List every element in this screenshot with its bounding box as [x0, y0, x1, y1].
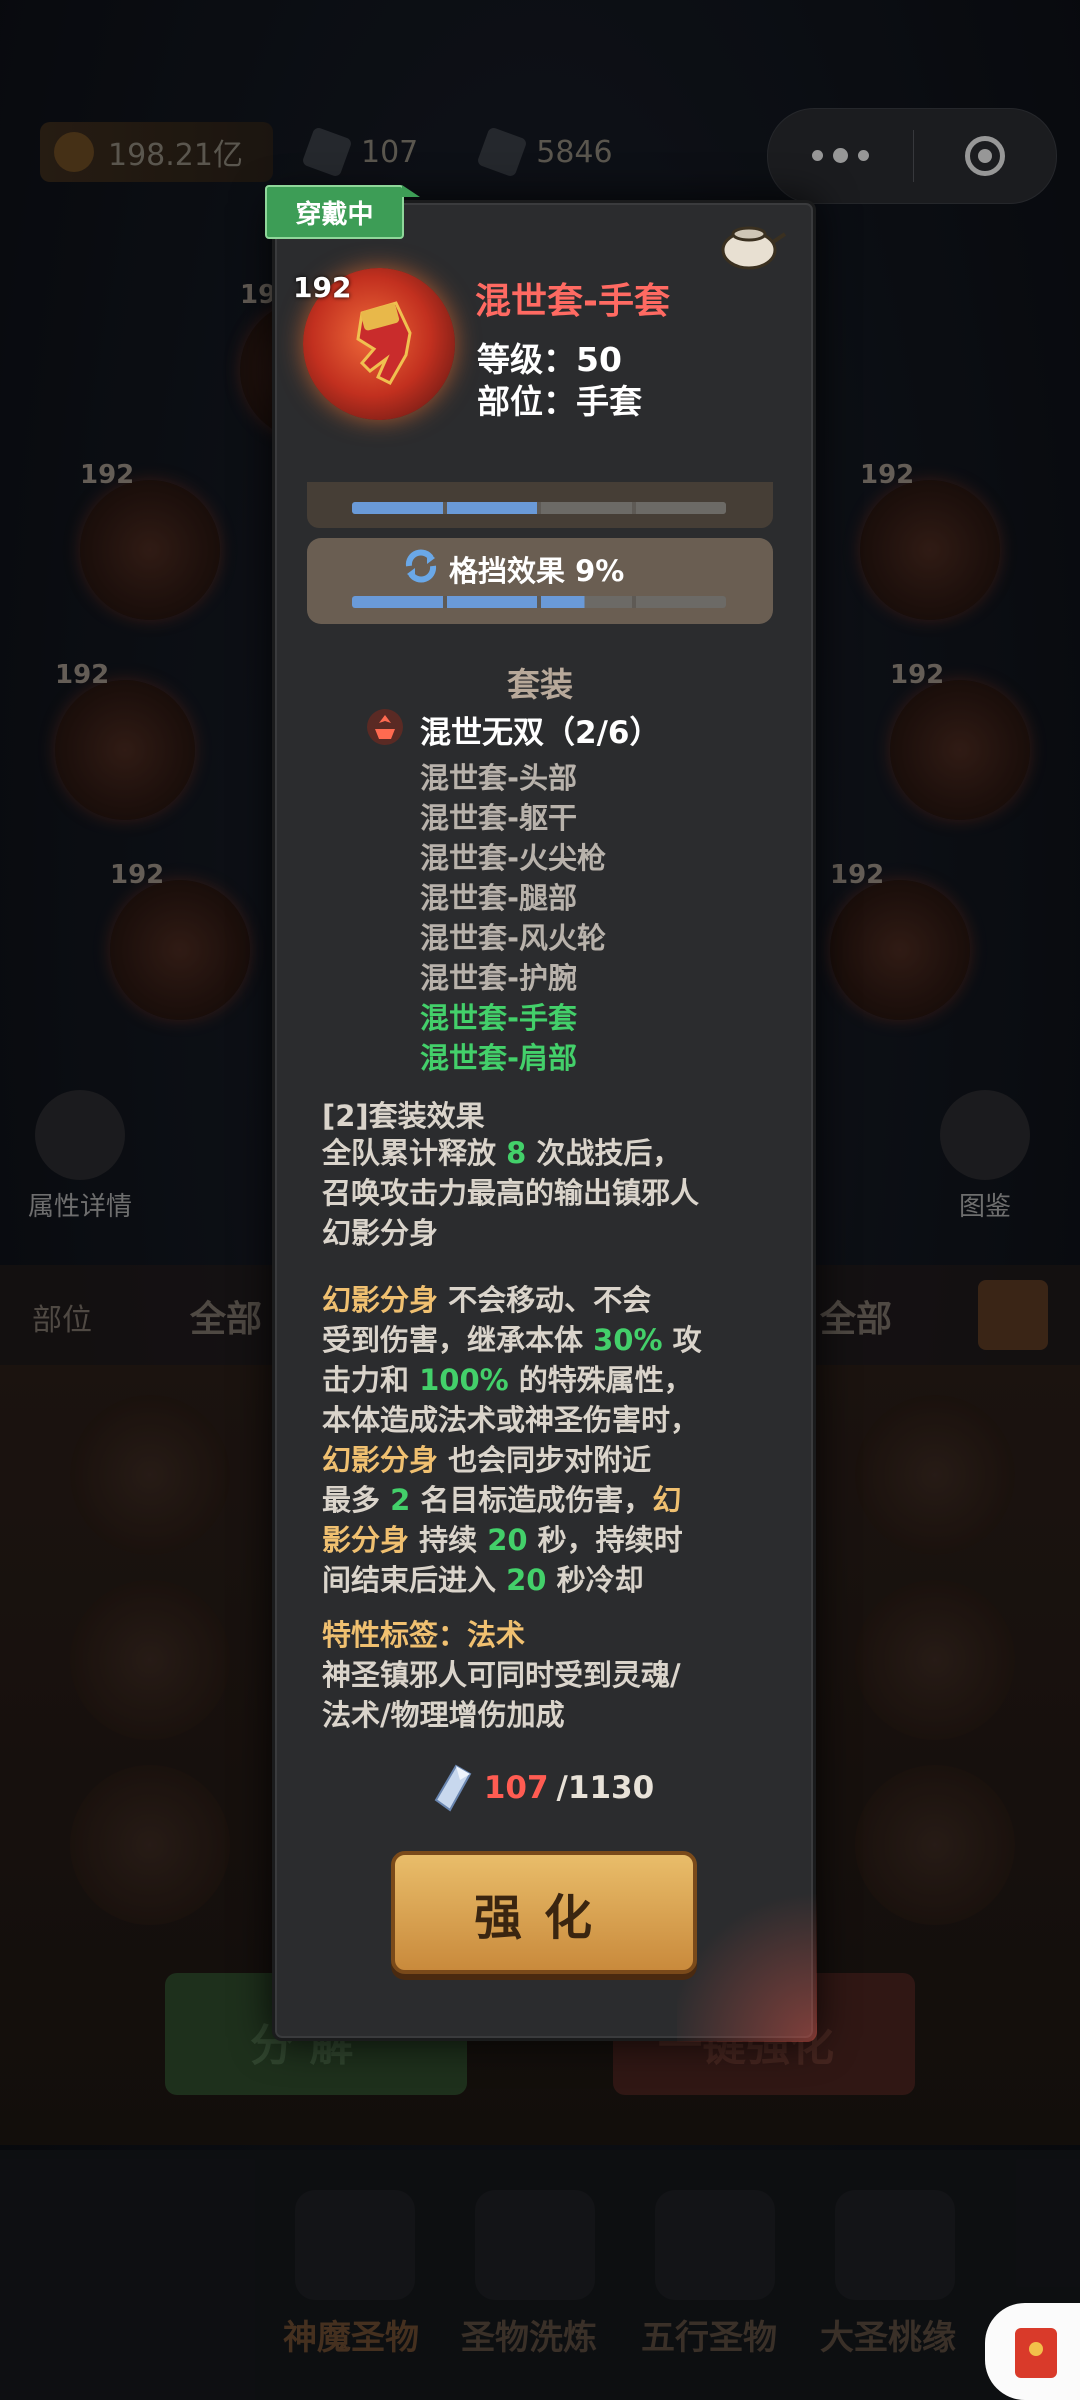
effect-line: 间结束后进入 20 秒冷却: [322, 1560, 702, 1600]
effect-text-run: 秒，持续时: [527, 1523, 683, 1557]
effect-text-run: 攻: [662, 1323, 702, 1357]
effect-text-run: 名目标造成伤害，: [410, 1483, 653, 1517]
enhance-button[interactable]: 强化: [391, 1851, 697, 1974]
effect-text-run: 最多: [322, 1483, 391, 1517]
set-piece: 混世套-躯干: [420, 801, 578, 835]
set-piece: 混世套-手套: [420, 1001, 578, 1035]
block-effect-label: 格挡效果 9%: [449, 554, 625, 588]
refresh-icon: [405, 549, 437, 583]
effect-text-run: 间结束后进入: [322, 1563, 507, 1597]
effect-text-run: 幻影分身: [322, 1216, 439, 1250]
set-name: 混世无双（2/6）: [420, 715, 661, 751]
effect-text-run: 击力和: [322, 1363, 420, 1397]
crystal-icon: [434, 1764, 472, 1812]
effect-text-run: 的特殊属性，: [508, 1363, 693, 1397]
block-effect-bar: [352, 596, 726, 608]
block-effect-stat: 格挡效果 9%: [307, 538, 773, 624]
set-effect-paragraph-1: 全队累计释放 8 次战技后， 召唤攻击力最高的输出镇邪人 幻影分身: [322, 1133, 699, 1253]
effect-line: 受到伤害，继承本体 30% 攻: [322, 1320, 702, 1360]
effect-text-run: 100%: [419, 1363, 509, 1397]
effect-text-run: 持续: [409, 1523, 488, 1557]
set-effect-title: [2]套装效果: [322, 1099, 485, 1133]
effect-line: 幻影分身 不会移动、不会: [322, 1280, 702, 1320]
item-icon: 192: [293, 268, 455, 420]
effect-text-run: 30%: [593, 1323, 663, 1357]
set-piece: 混世套-肩部: [420, 1041, 578, 1075]
effect-text-run: 召唤攻击力最高的输出镇邪人: [322, 1176, 700, 1210]
effect-line: 幻影分身 也会同步对附近: [322, 1440, 702, 1480]
glove-icon: [356, 301, 412, 385]
trait-paragraph: 特性标签：法术神圣镇邪人可同时受到灵魂/法术/物理增伤加成: [322, 1615, 681, 1735]
effect-text-run: 影分身: [322, 1523, 410, 1557]
enhance-cost: 107 /1130: [0, 1760, 1080, 1816]
effect-text-run: 法术/物理增伤加成: [322, 1698, 565, 1732]
stat-bar-segment: [635, 596, 726, 608]
effect-line: 击力和 100% 的特殊属性，: [322, 1360, 702, 1400]
effect-text-run: 次战技后，: [526, 1136, 682, 1170]
set-effect-paragraph-2: 幻影分身 不会移动、不会 受到伤害，继承本体 30% 攻击力和 100% 的特殊属…: [322, 1280, 702, 1600]
trait-line: 特性标签：法术: [322, 1615, 681, 1655]
item-level-badge: 192: [293, 271, 352, 304]
effect-text-run: 神圣镇邪人可同时受到灵魂/: [322, 1658, 681, 1692]
trait-line: 神圣镇邪人可同时受到灵魂/: [322, 1655, 681, 1695]
item-level: 等级：50: [477, 340, 622, 379]
set-piece: 混世套-护腕: [420, 961, 578, 995]
previous-stat-bar: [352, 502, 726, 514]
effect-line: 本体造成法术或神圣伤害时，: [322, 1400, 702, 1440]
red-packet-button[interactable]: [985, 2303, 1080, 2400]
effect-text-run: 幻影分身: [322, 1283, 439, 1317]
set-pieces-list: 混世套-头部 混世套-躯干 混世套-火尖枪 混世套-腿部 混世套-风火轮 混世套-护腕 混世…: [420, 758, 606, 1078]
set-piece: 混世套-头部: [420, 761, 578, 795]
effect-text-run: 也会同步对附近: [438, 1443, 652, 1477]
effect-text-run: 受到伤害，继承本体: [322, 1323, 594, 1357]
effect-text-run: 特性标签：法术: [322, 1618, 526, 1652]
effect-text-run: 秒冷却: [546, 1563, 644, 1597]
stat-bar-segment: [446, 596, 537, 608]
effect-text-run: 全队累计释放: [322, 1136, 507, 1170]
stat-bar-segment: [352, 596, 443, 608]
set-piece: 混世套-火尖枪: [420, 841, 607, 875]
item-name: 混世套-手套: [475, 281, 670, 322]
effect-text-run: 20: [487, 1523, 528, 1557]
red-envelope-icon: [1015, 2328, 1057, 2378]
trait-line: 法术/物理增伤加成: [322, 1695, 681, 1735]
set-piece: 混世套-风火轮: [420, 921, 607, 955]
item-slot: 部位：手套: [477, 382, 642, 421]
set-icon: [367, 709, 403, 745]
effect-text-run: 2: [390, 1483, 411, 1517]
effect-line: 影分身 持续 20 秒，持续时: [322, 1520, 702, 1560]
effect-line: 最多 2 名目标造成伤害，幻: [322, 1480, 702, 1520]
effect-text-run: 幻影分身: [322, 1443, 439, 1477]
set-section-title: 套装: [507, 665, 573, 704]
cost-need: /1130: [556, 1770, 655, 1806]
effect-text-run: 8: [506, 1136, 527, 1170]
effect-text-run: 幻: [652, 1483, 682, 1517]
pot-icon[interactable]: [715, 212, 787, 272]
equipped-badge: 穿戴中: [265, 185, 420, 239]
effect-text-run: 不会移动、不会: [438, 1283, 652, 1317]
effect-text-run: 本体造成法术或神圣伤害时，: [322, 1403, 700, 1437]
stat-bar-segment: [541, 596, 632, 608]
set-piece: 混世套-腿部: [420, 881, 578, 915]
effect-text-run: 20: [506, 1563, 547, 1597]
cost-have: 107: [483, 1770, 549, 1806]
